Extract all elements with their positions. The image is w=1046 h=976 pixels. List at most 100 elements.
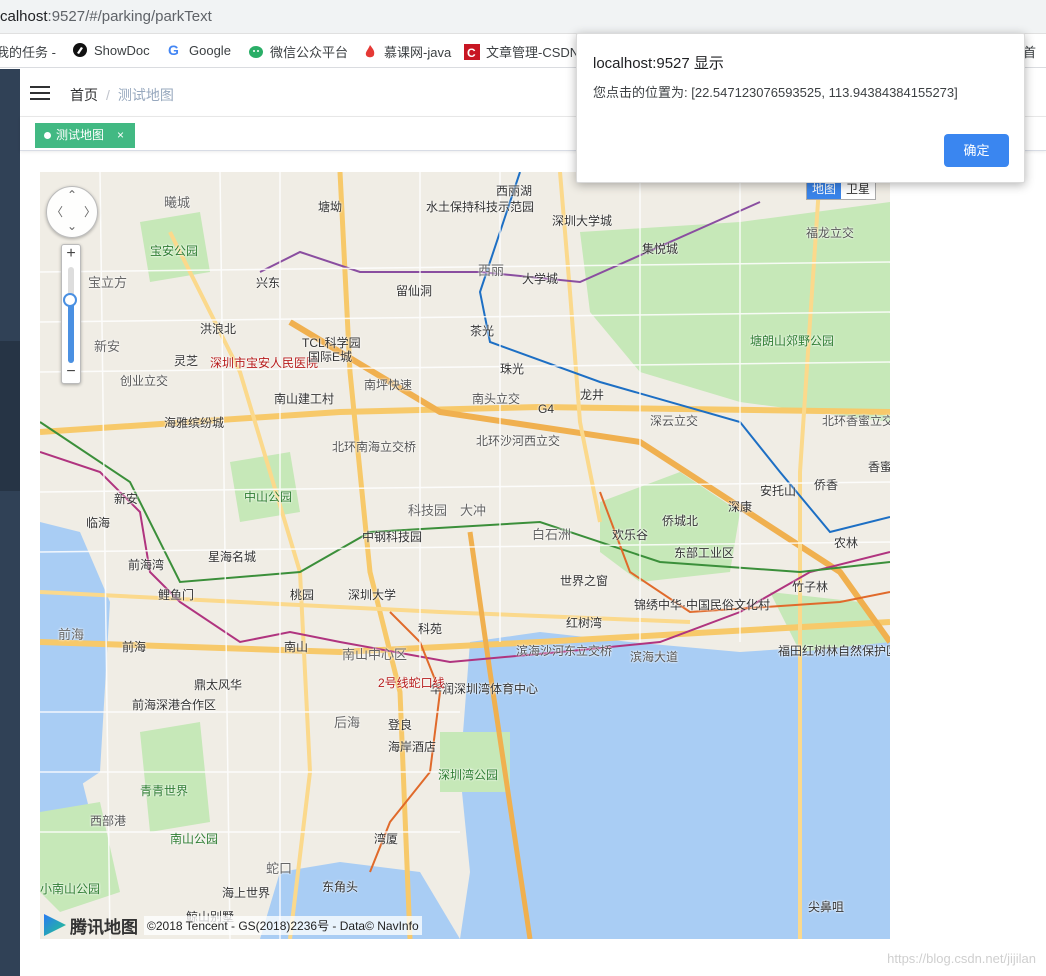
map-label: 科苑 [418,622,443,636]
map-label: 留仙洞 [396,284,433,298]
map-label: 深圳大学 [348,588,397,602]
map-label: 新安 [114,492,139,506]
map-label: 华润深圳湾体育中心 [430,682,539,696]
map-label: 兴东 [256,276,281,290]
bookmark-google[interactable]: G Google [167,42,231,58]
map-label: 蛇口 [266,861,293,876]
ok-button[interactable]: 确定 [944,134,1009,167]
hamburger-menu-icon[interactable] [30,83,50,101]
map-label: 福田红树林自然保护区 [778,644,890,658]
pan-up-icon[interactable]: ⌃ [67,188,77,202]
zoom-level-fill [68,299,74,363]
map-label: 茶光 [470,324,495,338]
map-label: 深康 [728,500,753,514]
zoom-control: + − [61,244,81,384]
map-label: 南坪快速 [364,378,413,392]
map-label: 安托山 [760,484,797,498]
watermark: https://blog.csdn.net/jijilan [887,951,1036,966]
map-label: 宝立方 [88,275,128,290]
map-label: 塘坳 [318,200,343,214]
tencent-logo-icon [44,914,66,936]
map-label: 集悦城 [642,242,679,256]
pan-control[interactable]: ⌃ 〈 〉 ⌄ [46,186,98,238]
map-label: 侨城北 [662,514,699,528]
bookmark-csdn[interactable]: C 文章管理-CSDN [464,42,579,61]
map-label: 宝安公园 [150,244,199,258]
map-label: 灵芝 [174,354,199,368]
zoom-out-button[interactable]: − [62,363,80,383]
breadcrumb-home[interactable]: 首页 [70,87,98,103]
zoom-in-button[interactable]: + [62,245,80,265]
map-label: 前海 [122,640,147,654]
map-copyright: 腾讯地图 ©2018 Tencent - GS(2018)2236号 - Dat… [40,911,422,939]
zoom-slider-handle[interactable] [63,293,77,307]
map-label: 青青世界 [140,784,189,798]
map-label: 后海 [334,715,361,730]
app-sidebar [0,69,20,976]
map-label: 福龙立交 [806,226,855,240]
tencent-map-logo: 腾讯地图 [40,913,138,938]
map-label: 前海 [58,627,85,642]
dialog-title: localhost:9527 显示 [593,55,724,72]
map-label: 滨海大道 [630,650,679,664]
map-label: 深圳大学城 [552,214,613,228]
map-label: 海岸酒店 [388,740,437,754]
map-label: 深圳湾公园 [438,768,499,782]
map-label: 白石洲 [532,527,572,542]
map-canvas[interactable]: 曦城 宝安公园 宝立方 兴东 洪浪北 新安 灵芝 深圳市宝安人民医院 创业立交 海雅缤纷城 TCL科… [40,172,890,939]
breadcrumb: 首页 / 测试地图 [70,85,174,105]
map-label: 登良 [388,718,413,732]
map-label: 东角头 [322,880,359,894]
map-label: 南山 [284,640,309,654]
map-label: 中山公园 [244,490,293,504]
svg-text:C: C [467,46,476,60]
map-label: 桃园 [290,588,315,602]
map-label: 水土保持科技示范园 [426,200,535,214]
sidebar-active-item[interactable] [0,341,20,491]
map-label: 滨海沙河东立交桥 [516,644,613,658]
showdoc-icon [72,42,88,58]
map-label: 海雅缤纷城 [164,416,225,430]
bookmark-imooc[interactable]: 慕课网-java [362,42,451,61]
map-label: 新安 [94,339,121,354]
wechat-icon [248,44,264,60]
browser-address-bar[interactable]: calhost:9527/#/parking/parkText [0,0,1046,34]
url-text[interactable]: calhost:9527/#/parking/parkText [0,8,212,25]
map-label: 龙井 [580,388,605,402]
map-label: 红树湾 [566,616,603,630]
map-label: 北环南海立交桥 [332,440,417,454]
map-label: 鼎太风华 [194,678,243,692]
bookmark-wechat[interactable]: 微信公众平台 [248,42,348,61]
map-label: 珠光 [500,362,525,376]
map-label: 南山中心区 [342,647,408,662]
map-label: 国际E城 [308,350,353,364]
bookmark-task[interactable]: 我的任务 - [0,42,56,61]
map-label: 欢乐谷 [612,528,649,542]
map-label: 尖鼻咀 [808,900,845,914]
csdn-icon: C [464,43,480,60]
pan-left-icon[interactable]: 〈 [51,203,63,220]
tag-label: 测试地图 [56,128,105,142]
dialog-message: 您点击的位置为: [22.547123076593525, 113.943843… [593,85,958,100]
map-label: 北环香蜜立交 [822,414,890,428]
map-label: 大冲 [460,503,487,518]
map-label: 侨香 [814,478,839,492]
map-label: 竹子林 [792,580,829,594]
map-label: 锦绣中华·中国民俗文化村 [634,598,770,612]
map-label: 临海 [86,516,111,530]
map-label: 世界之窗 [560,574,609,588]
breadcrumb-current: 测试地图 [117,87,174,103]
bookmark-showdoc[interactable]: ShowDoc [72,42,150,58]
pan-right-icon[interactable]: 〉 [84,203,96,220]
map-label: 东部工业区 [674,546,735,560]
map-label: 深云立交 [650,414,699,428]
google-icon: G [167,42,183,58]
map-label: 深圳市宝安人民医院 [210,356,319,370]
map-label: 南头立交 [472,392,521,406]
map-label: 湾厦 [374,832,399,846]
close-icon[interactable]: × [117,123,124,148]
map-label: 西丽 [478,263,505,278]
map-label: 南山公园 [170,832,219,846]
pan-down-icon[interactable]: ⌄ [67,219,77,233]
tag-test-map[interactable]: 测试地图 × [35,123,136,148]
